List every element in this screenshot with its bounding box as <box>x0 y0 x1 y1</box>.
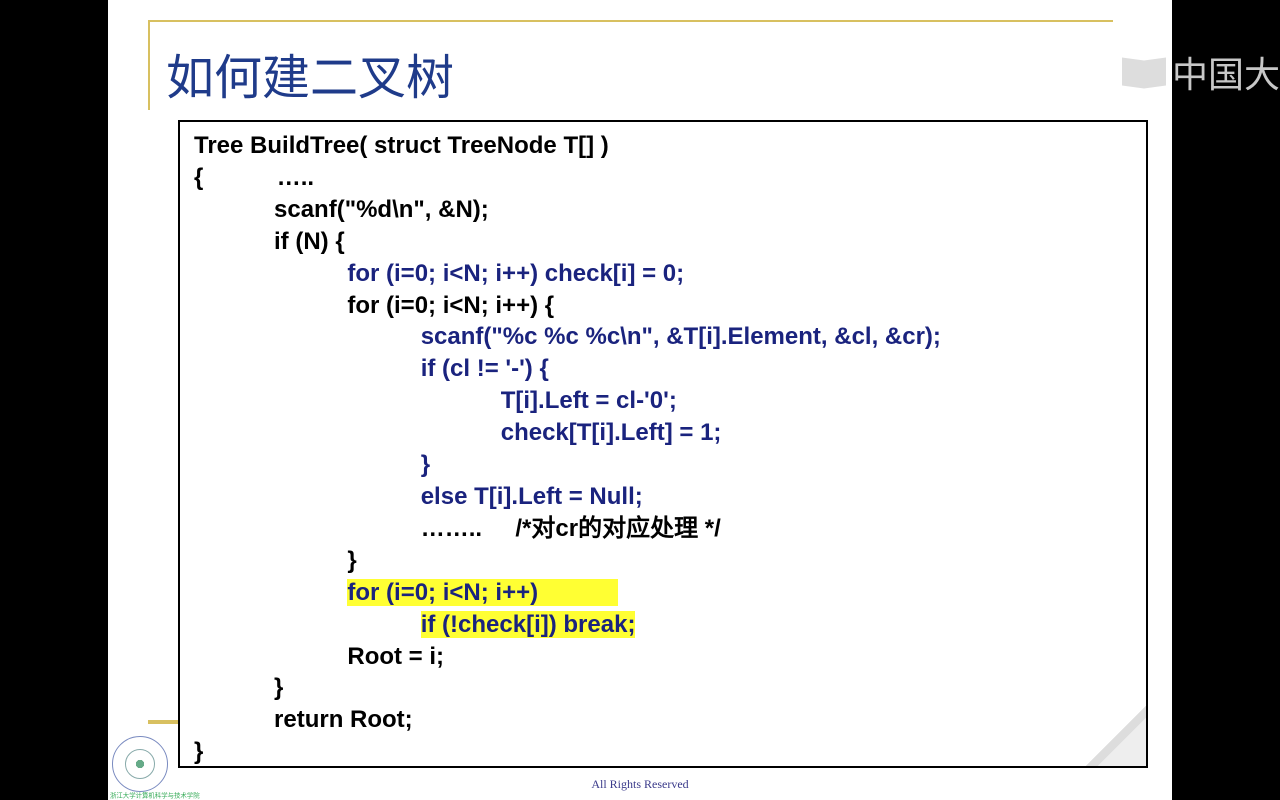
code-line: …….. /*对cr的对应处理 */ <box>194 513 1132 545</box>
book-icon <box>1122 59 1166 91</box>
code-line: for (i=0; i<N; i++) check[i] = 0; <box>194 258 1132 290</box>
watermark: 中国大 <box>1122 46 1280 98</box>
university-caption: 浙江大学计算机科学与技术学院 <box>110 791 200 800</box>
code-span: …….. <box>194 515 515 542</box>
code-span <box>194 579 347 606</box>
title-container: 如何建二叉树 <box>148 30 454 108</box>
code-line: Tree BuildTree( struct TreeNode T[] ) <box>194 130 1132 162</box>
code-line: } <box>194 736 1132 768</box>
page-title: 如何建二叉树 <box>166 38 454 108</box>
page-corner-icon <box>1086 706 1146 766</box>
code-line: check[T[i].Left] = 1; <box>194 417 1132 449</box>
code-comment: /*对cr的对应处理 */ <box>515 515 720 542</box>
code-line: scanf("%c %c %c\n", &T[i].Element, &cl, … <box>194 321 1132 353</box>
code-line: Root = i; <box>194 641 1132 673</box>
code-line: if (cl != '-') { <box>194 353 1132 385</box>
code-span <box>194 611 421 638</box>
code-line: if (!check[i]) break; <box>194 609 1132 641</box>
footer-text: All Rights Reserved <box>108 777 1172 792</box>
code-line: return Root; <box>194 704 1132 736</box>
code-line: for (i=0; i<N; i++) <box>194 577 1132 609</box>
left-black-bar <box>0 0 108 800</box>
code-line: } <box>194 545 1132 577</box>
code-line: for (i=0; i<N; i++) { <box>194 290 1132 322</box>
code-highlight: if (!check[i]) break; <box>421 611 636 638</box>
code-block: Tree BuildTree( struct TreeNode T[] ) { … <box>178 120 1148 768</box>
code-line: else T[i].Left = Null; <box>194 481 1132 513</box>
code-line: } <box>194 449 1132 481</box>
code-line: if (N) { <box>194 226 1132 258</box>
code-highlight: for (i=0; i<N; i++) <box>347 579 618 606</box>
code-line: scanf("%d\n", &N); <box>194 194 1132 226</box>
code-line: } <box>194 672 1132 704</box>
watermark-text: 中国大 <box>1172 46 1280 98</box>
code-line: { ….. <box>194 162 1132 194</box>
right-black-bar <box>1172 0 1280 800</box>
code-line: T[i].Left = cl-'0'; <box>194 385 1132 417</box>
accent-bar <box>148 720 178 724</box>
slide-content: 如何建二叉树 中国大 Tree BuildTree( struct TreeNo… <box>108 0 1172 800</box>
